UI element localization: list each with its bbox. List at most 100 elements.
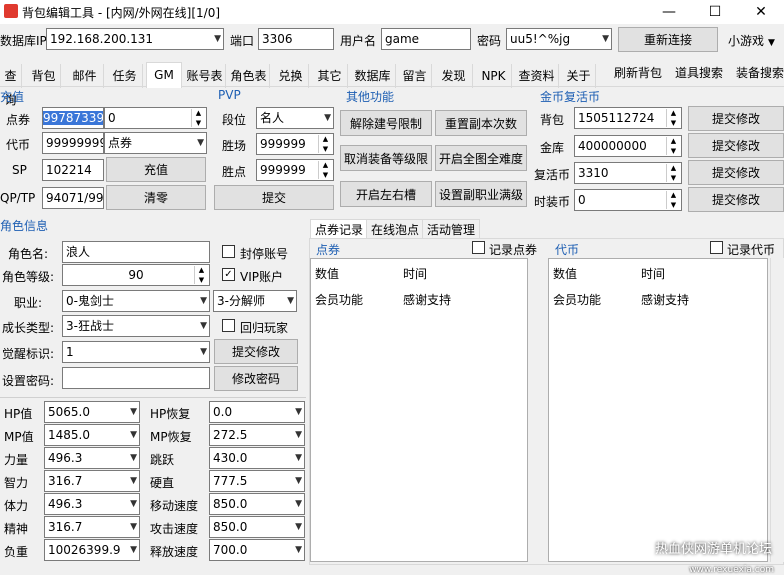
vip-checkbox[interactable]: ✓: [222, 268, 235, 281]
tab-online-points[interactable]: 在线泡点: [366, 219, 425, 239]
subjob-combo[interactable]: 3-分解师 ▼: [213, 290, 297, 312]
revive-input[interactable]: 3310 ▲ ▼: [574, 162, 682, 184]
open-all-maps-button[interactable]: 开启全图全难度: [435, 145, 527, 171]
stat-combo[interactable]: 316.7 ▼: [44, 516, 140, 538]
spinner-icon[interactable]: ▲ ▼: [318, 161, 332, 179]
remove-create-limit-button[interactable]: 解除建号限制: [340, 110, 432, 136]
pwd-combo[interactable]: uu5!^%jg ▼: [506, 28, 612, 50]
spinner-icon[interactable]: ▲ ▼: [318, 135, 332, 153]
db-ip-combo[interactable]: 192.168.200.131 ▼: [46, 28, 224, 50]
port-input[interactable]: 3306: [258, 28, 334, 50]
stat-label: 负重: [4, 545, 29, 559]
token-type-combo[interactable]: 点券 ▼: [104, 132, 207, 154]
reset-dungeon-button[interactable]: 重置副本次数: [435, 110, 527, 136]
tab-gm[interactable]: GM: [146, 62, 182, 88]
rank-combo[interactable]: 名人 ▼: [256, 107, 334, 129]
close-button[interactable]: ✕: [738, 0, 784, 24]
stat-combo[interactable]: 777.5 ▼: [209, 470, 305, 492]
tab-other[interactable]: 其它: [312, 64, 348, 88]
record-coupon-checkbox[interactable]: [472, 241, 485, 254]
token-record-list[interactable]: 数值 时间 会员功能 感谢支持: [548, 258, 768, 562]
stat-combo[interactable]: 272.5 ▼: [209, 424, 305, 446]
pvp-submit-button[interactable]: 提交: [214, 185, 334, 210]
spinner-icon[interactable]: ▲ ▼: [666, 109, 680, 127]
spinner-icon[interactable]: ▲ ▼: [194, 266, 208, 284]
tab-about[interactable]: 关于: [562, 64, 596, 88]
stat-combo[interactable]: 850.0 ▼: [209, 493, 305, 515]
stat-combo[interactable]: 700.0 ▼: [209, 539, 305, 561]
tab-coupon-record[interactable]: 点券记录: [310, 219, 369, 239]
points-label: 胜点: [222, 165, 247, 179]
tab-discover[interactable]: 发现: [435, 64, 473, 88]
awaken-combo[interactable]: 1 ▼: [62, 341, 210, 363]
stat-label: HP值: [4, 407, 33, 421]
stat-combo[interactable]: 850.0 ▼: [209, 516, 305, 538]
stat-combo[interactable]: 10026399.9 ▼: [44, 539, 140, 561]
tab-account[interactable]: 账号表: [184, 64, 226, 88]
role-level-input[interactable]: 90 ▲ ▼: [62, 264, 210, 286]
points-input[interactable]: 999999 ▲ ▼: [256, 159, 334, 181]
return-checkbox[interactable]: [222, 319, 235, 332]
growth-combo[interactable]: 3-狂战士 ▼: [62, 315, 210, 337]
wins-input[interactable]: 999999 ▲ ▼: [256, 133, 334, 155]
cancel-equip-limit-button[interactable]: 取消装备等级限: [340, 145, 432, 171]
role-name-input[interactable]: 浪人: [62, 241, 210, 263]
tab-activity[interactable]: 活动管理: [422, 219, 481, 239]
tab-lookup[interactable]: 查资料: [515, 64, 559, 88]
stat-combo[interactable]: 5065.0 ▼: [44, 401, 140, 423]
tab-task[interactable]: 任务: [107, 64, 143, 88]
coupon-add-input[interactable]: 0 ▲ ▼: [104, 107, 207, 129]
tab-npk[interactable]: NPK: [476, 64, 512, 88]
spinner-icon[interactable]: ▲ ▼: [666, 191, 680, 209]
bag-gold-submit-button[interactable]: 提交修改: [688, 106, 784, 131]
stat-combo[interactable]: 1485.0 ▼: [44, 424, 140, 446]
revive-submit-button[interactable]: 提交修改: [688, 160, 784, 185]
record-token-checkbox[interactable]: [710, 241, 723, 254]
change-pwd-button[interactable]: 修改密码: [214, 366, 298, 391]
maximize-button[interactable]: ☐: [692, 0, 738, 24]
tab-message[interactable]: 留言: [398, 64, 432, 88]
equip-coin-submit-button[interactable]: 提交修改: [688, 187, 784, 212]
qptp-input[interactable]: 94071/999: [42, 187, 104, 209]
spinner-icon[interactable]: ▲ ▼: [666, 137, 680, 155]
recharge-button[interactable]: 充值: [106, 157, 206, 182]
clear-button[interactable]: 清零: [106, 185, 206, 210]
vault-submit-button[interactable]: 提交修改: [688, 133, 784, 158]
ban-checkbox[interactable]: [222, 245, 235, 258]
reconnect-button[interactable]: 重新连接: [618, 27, 718, 52]
max-subjob-button[interactable]: 设置副职业满级: [435, 181, 527, 207]
tab-query[interactable]: 查询: [0, 64, 22, 107]
stat-combo[interactable]: 430.0 ▼: [209, 447, 305, 469]
vault-input[interactable]: 400000000 ▲ ▼: [574, 135, 682, 157]
db-ip-value: 192.168.200.131: [50, 32, 154, 46]
tab-database[interactable]: 数据库: [350, 64, 396, 88]
tab-exchange[interactable]: 兑换: [273, 64, 309, 88]
job-combo[interactable]: 0-鬼剑士 ▼: [62, 290, 210, 312]
item-search-button[interactable]: 道具搜索: [675, 64, 723, 81]
open-slots-button[interactable]: 开启左右槽: [340, 181, 432, 207]
spinner-icon[interactable]: ▲ ▼: [666, 164, 680, 182]
tab-bag[interactable]: 背包: [27, 64, 61, 88]
scrollbar[interactable]: [770, 258, 784, 562]
coupon-col-value: 数值: [315, 267, 340, 281]
tab-role[interactable]: 角色表: [228, 64, 270, 88]
coupon-input[interactable]: 99787339: [42, 107, 104, 129]
user-input[interactable]: game: [381, 28, 471, 50]
stat-combo[interactable]: 316.7 ▼: [44, 470, 140, 492]
role-submit-button[interactable]: 提交修改: [214, 339, 298, 364]
minigame-menu[interactable]: 小游戏 ▼: [728, 32, 775, 49]
set-pwd-input[interactable]: [62, 367, 210, 389]
spinner-icon[interactable]: ▲ ▼: [191, 109, 205, 127]
tab-mail[interactable]: 邮件: [66, 64, 104, 88]
stat-combo[interactable]: 496.3 ▼: [44, 447, 140, 469]
minimize-button[interactable]: —: [646, 0, 692, 24]
equip-search-button[interactable]: 装备搜索: [736, 64, 784, 81]
refresh-bag-button[interactable]: 刷新背包: [614, 64, 662, 81]
equip-coin-input[interactable]: 0 ▲ ▼: [574, 189, 682, 211]
sp-input[interactable]: 102214: [42, 159, 104, 181]
coupon-record-list[interactable]: 数值 时间 会员功能 感谢支持: [310, 258, 528, 562]
token-input[interactable]: 99999999: [42, 132, 104, 154]
stat-combo[interactable]: 496.3 ▼: [44, 493, 140, 515]
stat-combo[interactable]: 0.0 ▼: [209, 401, 305, 423]
bag-gold-input[interactable]: 1505112724 ▲ ▼: [574, 107, 682, 129]
